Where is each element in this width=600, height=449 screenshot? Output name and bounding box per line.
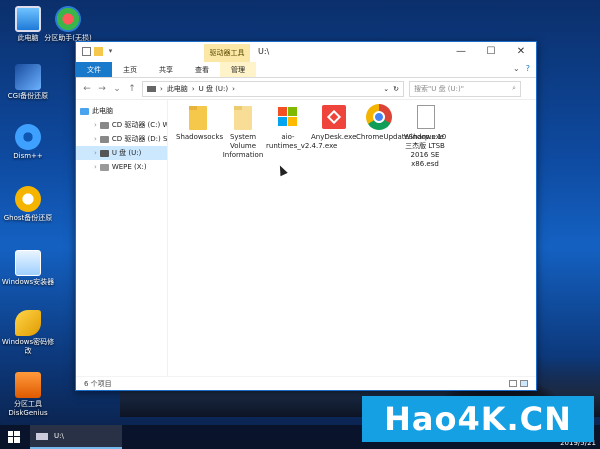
cd-drive-icon [99, 135, 109, 143]
chevron-right-icon: › [94, 135, 97, 143]
chevron-right-icon: › [94, 163, 97, 171]
status-bar: 6 个项目 [76, 376, 536, 390]
breadcrumb-this-pc[interactable]: 此电脑 [167, 84, 188, 94]
file-item-windows10-esd[interactable]: Windows 10 三杰版 LTSB 2016 SE x86.esd [403, 104, 447, 169]
breadcrumb-separator: › [232, 84, 235, 93]
maximize-button[interactable]: ☐ [476, 42, 506, 62]
desktop-icon-windows-installer[interactable]: Windows安装器 [0, 250, 56, 287]
search-input[interactable]: 搜索"U 盘 (U:)" ⌕ [409, 80, 521, 97]
chrome-icon [366, 104, 392, 130]
document-icon [413, 104, 437, 130]
desktop-icon-ghost[interactable]: Ghost备份还原 [0, 186, 56, 223]
quick-access-toolbar: ▾ [82, 47, 115, 56]
folder-icon [231, 104, 255, 130]
ribbon-right: ⌄ ? [513, 64, 530, 73]
taskbar-explorer-item[interactable]: U:\ [30, 425, 122, 449]
breadcrumb-separator: › [160, 84, 163, 93]
usb-drive-icon [99, 149, 109, 157]
file-list: Shadowsocks System Volume Information ai… [168, 100, 536, 376]
windows-installer-icon [276, 104, 300, 130]
ribbon-tabs: 文件 主页 共享 查看 管理 ⌄ ? [76, 62, 536, 78]
tab-home[interactable]: 主页 [112, 62, 148, 77]
view-switcher [509, 380, 528, 387]
navigation-pane: 此电脑 › CD 驱动器 (C:) Wi › CD 驱动器 (D:) SYN ›… [76, 100, 168, 376]
diskgenius-icon [15, 372, 41, 398]
refresh-icon[interactable]: ↻ [393, 85, 399, 93]
nav-item-cd-c[interactable]: › CD 驱动器 (C:) Wi [76, 118, 167, 132]
tab-manage[interactable]: 管理 [220, 62, 256, 77]
tab-share[interactable]: 共享 [148, 62, 184, 77]
chevron-right-icon: › [94, 121, 97, 129]
drive-icon [147, 85, 156, 92]
watermark-logo: Hao4K.CN [362, 396, 594, 442]
drive-tools-contextual-tab: 驱动器工具 [204, 44, 250, 62]
main-area: 此电脑 › CD 驱动器 (C:) Wi › CD 驱动器 (D:) SYN ›… [76, 100, 536, 376]
search-placeholder: 搜索"U 盘 (U:)" [414, 84, 464, 93]
cgi-icon [15, 64, 41, 90]
large-icons-view-icon[interactable] [520, 380, 528, 387]
windows-installer-icon [15, 250, 41, 276]
nav-item-u-drive[interactable]: › U 盘 (U:) [76, 146, 167, 160]
explorer-window: ▾ 驱动器工具 U:\ — ☐ ✕ 文件 主页 共享 查看 管理 ⌄ ? ← →… [75, 41, 537, 391]
desktop-icon-password[interactable]: Windows密码修改 [0, 310, 56, 356]
up-icon[interactable]: ↑ [127, 84, 137, 94]
key-icon [15, 310, 41, 336]
tab-file[interactable]: 文件 [76, 62, 112, 77]
monitor-icon [80, 107, 89, 115]
nav-item-this-pc[interactable]: 此电脑 [76, 104, 167, 118]
desktop-icon-dism[interactable]: Dism++ [0, 124, 56, 161]
title-bar: ▾ 驱动器工具 U:\ — ☐ ✕ [76, 42, 536, 62]
anydesk-icon [321, 104, 346, 130]
recent-locations-icon[interactable]: ⌄ [112, 84, 122, 94]
cd-drive-icon [99, 121, 109, 129]
gear-icon [15, 124, 41, 150]
desktop-icon-partition-assistant[interactable]: 分区助手(无损) [40, 6, 96, 43]
details-view-icon[interactable] [509, 380, 517, 387]
start-icon[interactable] [8, 431, 20, 443]
address-input[interactable]: › 此电脑 › U 盘 (U:) › ⌄ ↻ [142, 80, 404, 97]
new-folder-icon[interactable] [94, 47, 103, 56]
file-item-system-volume-information[interactable]: System Volume Information [221, 104, 265, 160]
address-bar-row: ← → ⌄ ↑ › 此电脑 › U 盘 (U:) › ⌄ ↻ 搜索"U 盘 (U… [76, 78, 536, 100]
expand-ribbon-icon[interactable]: ⌄ [513, 64, 520, 73]
close-button[interactable]: ✕ [506, 42, 536, 62]
breadcrumb-separator: › [191, 84, 195, 93]
window-controls: — ☐ ✕ [446, 42, 536, 62]
partition-assistant-icon [55, 6, 81, 32]
minimize-button[interactable]: — [446, 42, 476, 62]
breadcrumb-u-drive[interactable]: U 盘 (U:) [199, 84, 229, 94]
address-dropdown-icon[interactable]: ⌄ [383, 85, 389, 93]
tab-view[interactable]: 查看 [184, 62, 220, 77]
nav-item-cd-d[interactable]: › CD 驱动器 (D:) SYN [76, 132, 167, 146]
file-item-shadowsocks[interactable]: Shadowsocks [176, 104, 223, 142]
desktop-icon-cgi-backup[interactable]: CGI备份还原 [0, 64, 56, 101]
item-count: 6 个项目 [84, 379, 112, 388]
search-icon: ⌕ [512, 84, 516, 92]
nav-item-wepe[interactable]: › WEPE (X:) [76, 160, 167, 174]
monitor-icon [15, 6, 41, 32]
window-title: U:\ [258, 47, 270, 56]
ghost-icon [15, 186, 41, 212]
properties-icon[interactable] [82, 47, 91, 56]
chevron-down-icon[interactable]: ▾ [106, 47, 115, 56]
back-icon[interactable]: ← [82, 84, 92, 94]
forward-icon[interactable]: → [97, 84, 107, 94]
disk-drive-icon [99, 163, 109, 171]
chevron-right-icon: › [94, 149, 97, 157]
file-item-aio-runtimes[interactable]: aio-runtimes_v2.4.7.exe [266, 104, 337, 151]
folder-icon [186, 104, 210, 130]
desktop-icon-diskgenius[interactable]: 分区工具DiskGenius [0, 372, 56, 418]
help-icon[interactable]: ? [526, 64, 530, 73]
file-item-anydesk[interactable]: AnyDesk.exe [311, 104, 356, 142]
file-item-chromeupdatesharp[interactable]: ChromeUpdateSharp.exe [356, 104, 444, 142]
drive-icon [36, 432, 48, 440]
